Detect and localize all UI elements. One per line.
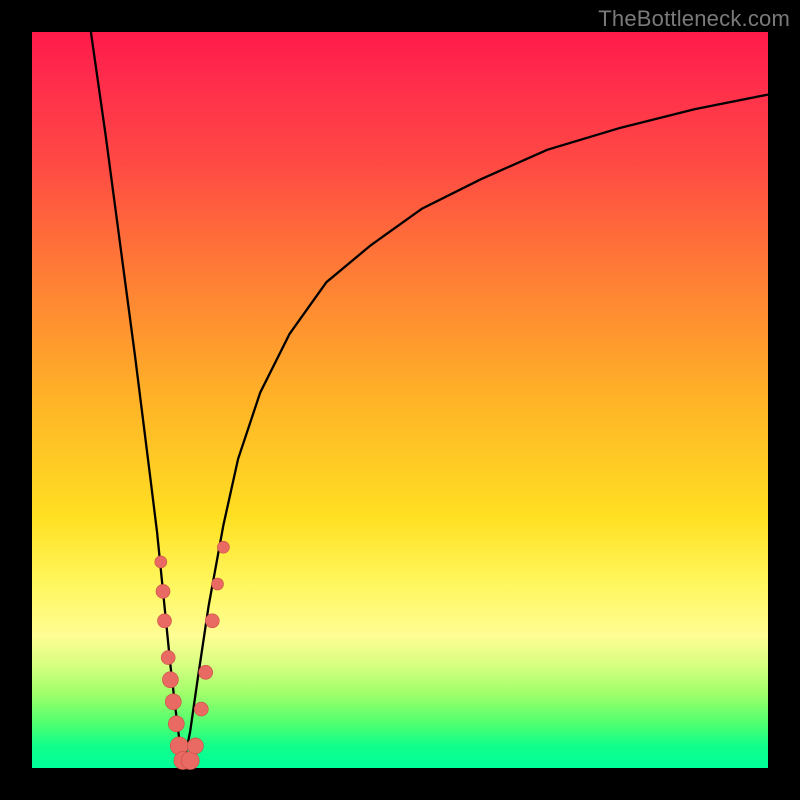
chart-svg <box>32 32 768 768</box>
data-point <box>161 651 175 665</box>
data-point <box>155 556 167 568</box>
data-point <box>168 716 184 732</box>
plot-area <box>32 32 768 768</box>
data-point <box>162 672 178 688</box>
data-point <box>181 752 199 770</box>
data-point <box>212 578 224 590</box>
data-point <box>199 665 213 679</box>
watermark-text: TheBottleneck.com <box>598 6 790 32</box>
chart-frame: TheBottleneck.com <box>0 0 800 800</box>
data-point <box>187 738 203 754</box>
data-point <box>194 702 208 716</box>
data-point <box>165 694 181 710</box>
data-point <box>217 541 229 553</box>
data-point <box>158 614 172 628</box>
data-point <box>205 614 219 628</box>
curve-right <box>183 95 768 768</box>
data-point <box>156 584 170 598</box>
highlighted-points <box>155 541 230 769</box>
